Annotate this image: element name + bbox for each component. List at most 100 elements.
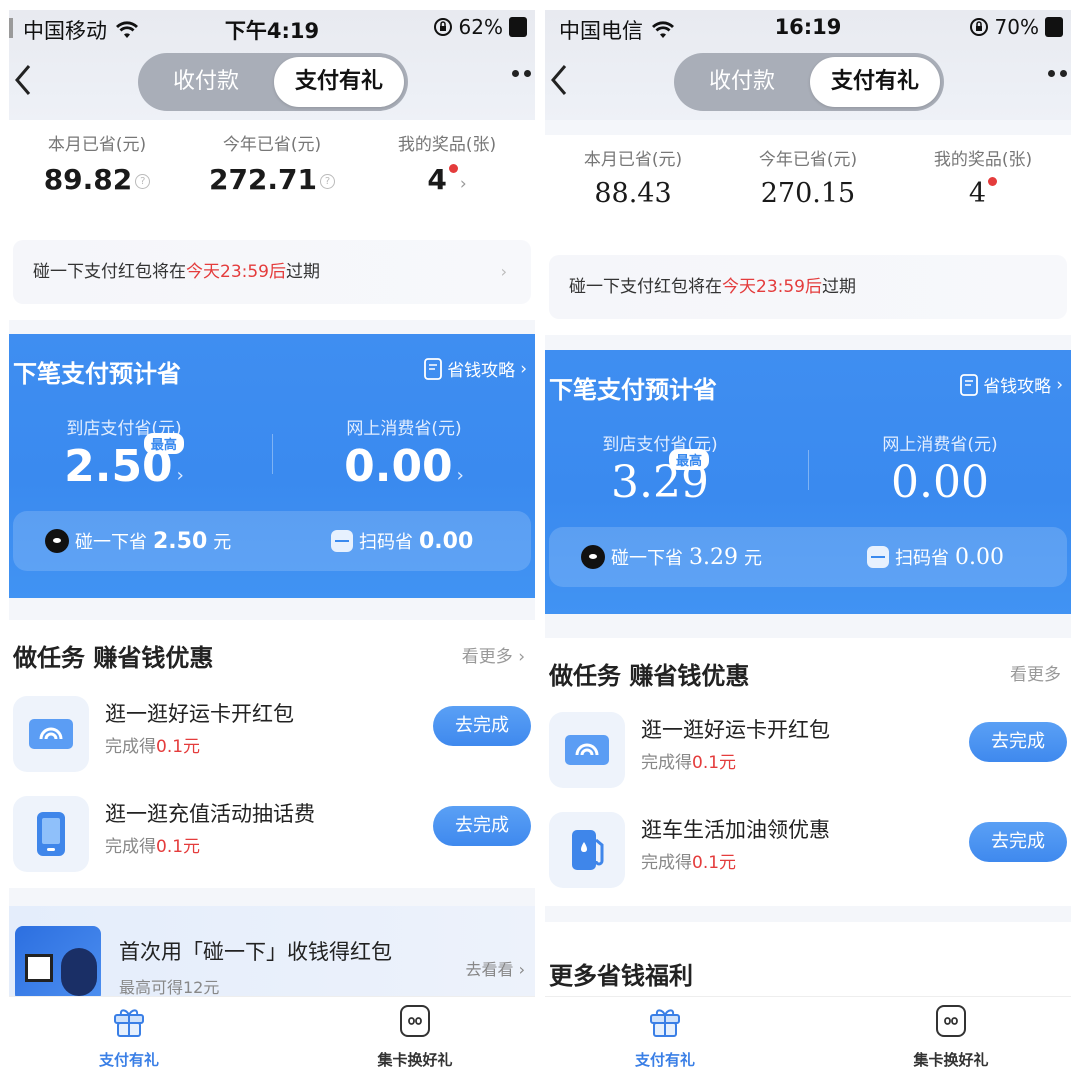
tab-pay-gift[interactable]: 支付有礼 — [810, 57, 940, 107]
card-collect-icon — [400, 1005, 430, 1037]
max-badge: 最高 — [143, 433, 184, 454]
expire-notice[interactable]: 碰一下支付红包将在今天23:59后过期 › — [13, 240, 531, 304]
year-saved-value: 272.71 — [208, 163, 318, 196]
year-saved[interactable]: 今年已省(元) 270.15 — [720, 145, 896, 209]
see-more-link[interactable]: 看更多 › — [462, 642, 525, 667]
saving-guide-link[interactable]: 省钱攻略 › — [960, 372, 1063, 397]
chevron-right-icon: › — [456, 465, 464, 486]
my-prizes[interactable]: 我的奖品(张) 4 › — [359, 130, 535, 196]
next-payment-title: 下笔支付预计省 — [13, 360, 181, 388]
prizes-value: 4 — [968, 178, 987, 209]
segmented-control: 收付款 支付有礼 — [138, 53, 408, 111]
divider — [272, 434, 273, 474]
reward-prefix: 完成得 — [105, 737, 156, 757]
scan-label: 扫码省 — [895, 548, 949, 569]
scan-value: 0.00 — [419, 528, 474, 554]
see-more-link[interactable]: 看更多 — [1010, 660, 1061, 685]
my-prizes[interactable]: 我的奖品(张) 4 — [895, 145, 1071, 209]
task-reward: 完成得0.1元 — [105, 732, 200, 757]
tab-pay-gift-bottom[interactable]: 支付有礼 — [39, 1003, 219, 1070]
divider — [808, 450, 809, 490]
task-item: 逛一逛充值活动抽话费 完成得0.1元 去完成 — [9, 790, 535, 880]
tab-collect-pay[interactable]: 收付款 — [142, 57, 270, 107]
task-title: 逛车生活加油领优惠 — [641, 818, 830, 842]
reward-value: 0.1元 — [692, 753, 737, 773]
prizes-label: 我的奖品(张) — [397, 135, 497, 155]
tab-label: 支付有礼 — [98, 1051, 159, 1069]
tasks-heading: 做任务 赚省钱优惠 — [549, 662, 750, 690]
tap-value: 2.50 — [153, 528, 208, 554]
month-saved-value: 89.82 — [43, 163, 133, 196]
tap-unit: 元 — [213, 532, 232, 553]
task-title: 逛一逛充值活动抽话费 — [105, 802, 315, 826]
tasks-heading: 做任务 赚省钱优惠 — [13, 644, 214, 672]
gift-icon — [114, 1009, 144, 1037]
year-saved-label: 今年已省(元) — [222, 135, 322, 155]
store-pay-saving[interactable]: 到店支付省(元) 3.29 最高 — [545, 430, 775, 508]
tap-saving[interactable]: 碰一下省 2.50 元 — [45, 511, 231, 571]
tab-label: 集卡换好礼 — [377, 1051, 453, 1069]
online-label: 网上消费省(元) — [882, 435, 998, 455]
expire-notice[interactable]: 碰一下支付红包将在今天23:59后过期 — [549, 255, 1067, 319]
tab-pay-gift[interactable]: 支付有礼 — [274, 57, 404, 107]
year-saved-label: 今年已省(元) — [758, 150, 858, 170]
task-title: 逛一逛好运卡开红包 — [105, 702, 294, 726]
tab-collect-pay[interactable]: 收付款 — [678, 57, 806, 107]
notification-dot — [448, 164, 458, 173]
task-reward: 完成得0.1元 — [641, 848, 736, 873]
reward-value: 0.1元 — [692, 853, 737, 873]
complete-task-button[interactable]: 去完成 — [433, 806, 531, 846]
tab-collect-cards[interactable]: 集卡换好礼 — [325, 1003, 505, 1070]
card-collect-icon — [936, 1005, 966, 1037]
tap-value: 3.29 — [689, 544, 738, 570]
help-icon[interactable]: ? — [135, 173, 151, 189]
complete-task-button[interactable]: 去完成 — [969, 722, 1067, 762]
month-saved[interactable]: 本月已省(元) 89.82? — [9, 130, 185, 196]
online-saving[interactable]: 网上消费省(元) 0.00 — [825, 430, 1055, 508]
tasks-section: 做任务 赚省钱优惠 看更多 › 逛一逛好运卡开红包 完成得0.1元 去完成 逛一… — [9, 620, 535, 888]
promo-go-link[interactable]: 去看看 › — [466, 956, 526, 980]
phone-screen-left: 中国移动 下午4:19 62% 收付款 支付有礼 本月已省(元) 89.82? — [9, 10, 535, 1076]
store-pay-label: 到店支付省(元) — [66, 419, 182, 439]
store-pay-saving[interactable]: 到店支付省(元) 2.50 › 最高 — [9, 414, 239, 492]
promo-banner[interactable]: 首次用「碰一下」收钱得红包 最高可得12元 去看看 › — [9, 906, 535, 1006]
card-wave-icon — [13, 696, 89, 772]
back-chevron-icon[interactable] — [547, 60, 571, 100]
complete-task-button[interactable]: 去完成 — [969, 822, 1067, 862]
more-dots-icon[interactable] — [1048, 70, 1067, 77]
help-icon[interactable]: ? — [320, 173, 336, 189]
saving-guide-label: 省钱攻略 — [447, 361, 516, 381]
method-strip: 碰一下省 2.50 元 扫码省 0.00 — [13, 511, 531, 571]
phone-screen-right: 中国电信 16:19 70% 收付款 支付有礼 本月已省(元) 88.43 今年… — [545, 10, 1071, 1076]
tap-pay-icon — [581, 545, 605, 569]
month-saved-label: 本月已省(元) — [47, 135, 147, 155]
tab-pay-gift-bottom[interactable]: 支付有礼 — [575, 1003, 755, 1070]
chevron-right-icon: › — [500, 262, 507, 281]
complete-task-button[interactable]: 去完成 — [433, 706, 531, 746]
card-wave-icon — [549, 712, 625, 788]
online-saving[interactable]: 网上消费省(元) 0.00 › — [289, 414, 519, 492]
online-value: 0.00 — [344, 441, 453, 492]
online-value: 0.00 — [891, 457, 989, 508]
savings-summary: 本月已省(元) 88.43 今年已省(元) 270.15 我的奖品(张) 4 碰… — [545, 135, 1071, 335]
month-saved[interactable]: 本月已省(元) 88.43 — [545, 145, 721, 209]
saving-guide-link[interactable]: 省钱攻略 › — [424, 356, 527, 381]
tab-collect-cards[interactable]: 集卡换好礼 — [861, 1003, 1041, 1070]
segmented-control: 收付款 支付有礼 — [674, 53, 944, 111]
tap-saving[interactable]: 碰一下省 3.29 元 — [581, 527, 762, 587]
battery-percent: 70% — [994, 15, 1039, 39]
back-chevron-icon[interactable] — [11, 60, 35, 100]
expire-suffix: 过期 — [822, 277, 856, 297]
task-item: 逛车生活加油领优惠 完成得0.1元 去完成 — [545, 806, 1071, 896]
fuel-icon — [549, 812, 625, 888]
document-icon — [960, 373, 979, 396]
task-item: 逛一逛好运卡开红包 完成得0.1元 去完成 — [9, 690, 535, 780]
tab-label: 集卡换好礼 — [913, 1051, 989, 1069]
task-title: 逛一逛好运卡开红包 — [641, 718, 830, 742]
max-badge: 最高 — [668, 449, 709, 470]
task-reward: 完成得0.1元 — [105, 832, 200, 857]
year-saved[interactable]: 今年已省(元) 272.71? — [184, 130, 360, 196]
scan-saving[interactable]: 扫码省 0.00 — [331, 511, 473, 571]
more-dots-icon[interactable] — [512, 70, 531, 77]
scan-saving[interactable]: 扫码省 0.00 — [867, 527, 1004, 587]
